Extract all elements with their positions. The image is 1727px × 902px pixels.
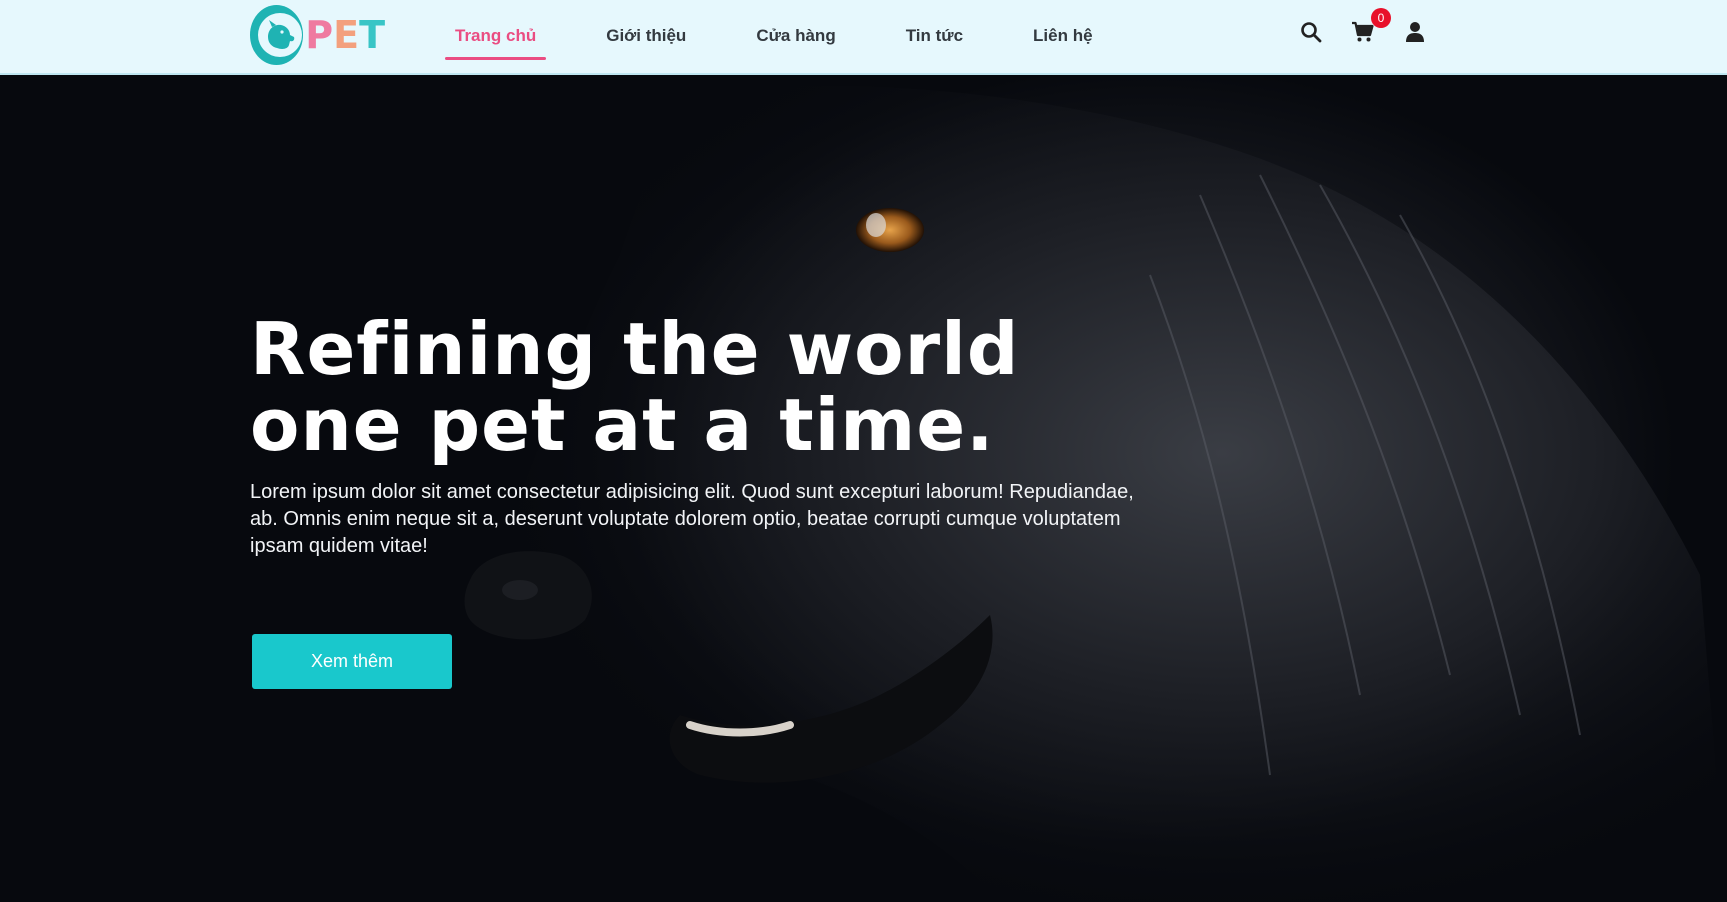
- hero-title: Refining the world one pet at a time.: [250, 307, 1020, 467]
- nav-item-contact[interactable]: Liên hệ: [1023, 18, 1103, 54]
- main-nav: Trang chủ Giới thiệu Cửa hàng Tin tức Li…: [445, 0, 1153, 72]
- see-more-button[interactable]: Xem thêm: [252, 634, 452, 689]
- header: PET Trang chủ Giới thiệu Cửa hàng Tin tứ…: [0, 0, 1727, 75]
- nav-item-shop[interactable]: Cửa hàng: [746, 18, 845, 54]
- cart-count-badge: 0: [1371, 8, 1391, 28]
- paw-logo-icon: [250, 5, 304, 65]
- cart-icon: [1352, 21, 1374, 42]
- nav-item-home[interactable]: Trang chủ: [445, 18, 547, 60]
- header-icons: 0: [1299, 8, 1427, 44]
- nav-item-about[interactable]: Giới thiệu: [596, 18, 696, 54]
- search-icon[interactable]: [1299, 20, 1323, 44]
- user-icon[interactable]: [1403, 20, 1427, 44]
- hero-content: Refining the world one pet at a time. Lo…: [250, 311, 1150, 560]
- hero-section: Refining the world one pet at a time. Lo…: [0, 75, 1727, 902]
- hero-description: Lorem ipsum dolor sit amet consectetur a…: [250, 481, 1134, 557]
- logo-text: PET: [305, 13, 385, 57]
- logo[interactable]: PET: [250, 2, 385, 68]
- cart-button[interactable]: 0: [1351, 8, 1391, 44]
- nav-item-news[interactable]: Tin tức: [896, 18, 973, 54]
